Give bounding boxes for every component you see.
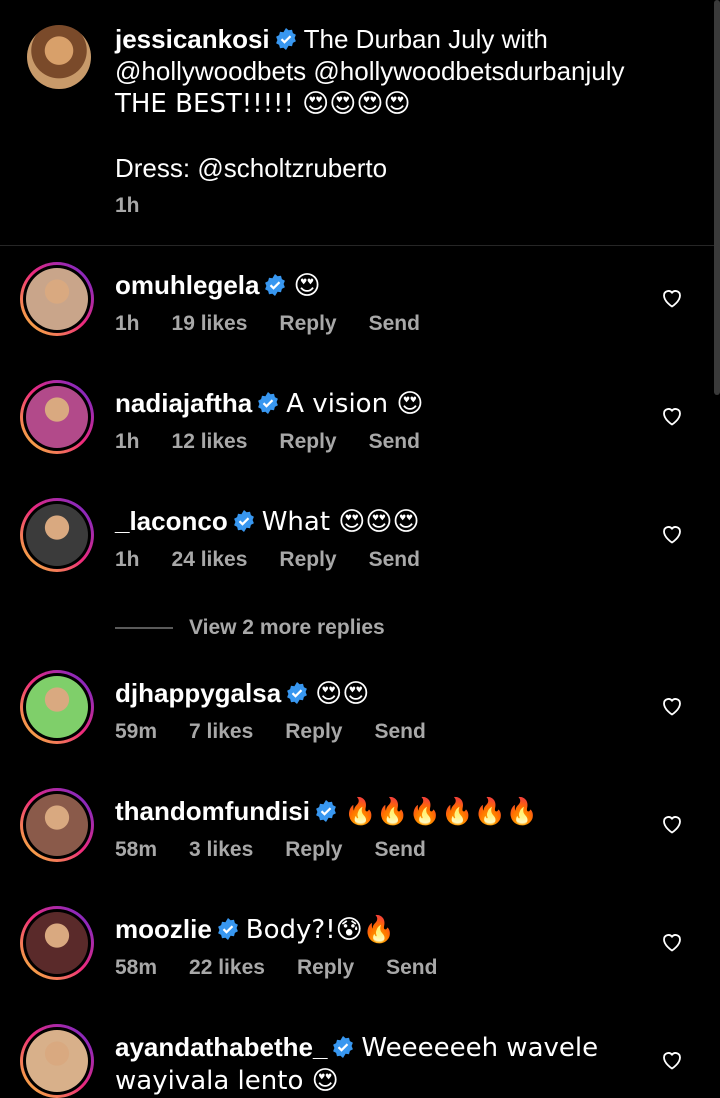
caption-line-4[interactable]: Dress: @scholtzruberto: [115, 153, 387, 183]
comment-time: 58m: [115, 838, 158, 861]
send-button[interactable]: Send: [369, 312, 420, 335]
comment-line: nadiajaftha A vision 😍: [115, 386, 423, 421]
caption-avatar[interactable]: [27, 25, 91, 89]
comment-username[interactable]: _laconco: [115, 506, 228, 536]
comment-avatar[interactable]: [20, 262, 94, 336]
comment-text: 😍: [293, 271, 321, 301]
comment-avatar[interactable]: [20, 1024, 94, 1098]
reply-button[interactable]: Reply: [285, 720, 342, 743]
comment-time: 1h: [115, 548, 140, 571]
comment-time: 1h: [115, 430, 140, 453]
post-caption: jessicankosi The Durban July with @hollyw…: [0, 0, 720, 246]
comment-text: Weeeeeeh wavele: [361, 1033, 599, 1063]
verified-badge-icon: [316, 800, 336, 822]
send-button[interactable]: Send: [374, 720, 425, 743]
comment-avatar[interactable]: [20, 670, 94, 744]
divider-dash: [115, 627, 173, 630]
like-heart-icon[interactable]: [660, 404, 684, 428]
reply-button[interactable]: Reply: [279, 312, 336, 335]
comment-likes[interactable]: 12 likes: [172, 430, 248, 453]
verified-badge-icon: [217, 918, 238, 940]
comment-text-line-2: wayivala lento 😍: [115, 1066, 339, 1096]
comment-username[interactable]: moozlie: [115, 914, 212, 944]
verified-badge-icon: [265, 274, 286, 296]
verified-badge-icon: [233, 510, 254, 532]
view-more-label: View 2 more replies: [189, 616, 385, 639]
comment-line: ayandathabethe_ Weeeeeeh wavele: [115, 1030, 598, 1065]
reply-button[interactable]: Reply: [279, 430, 336, 453]
comment-text: 🔥🔥🔥🔥🔥🔥: [343, 797, 539, 827]
comment-meta: 58m 3 likes Reply Send: [115, 838, 458, 862]
like-heart-icon[interactable]: [660, 694, 684, 718]
comment-meta: 1h 12 likes Reply Send: [115, 430, 452, 454]
comment-time: 59m: [115, 720, 158, 743]
caption-username[interactable]: jessicankosi: [115, 24, 270, 54]
send-button[interactable]: Send: [369, 430, 420, 453]
comment-text: 😍😍: [315, 679, 370, 709]
like-heart-icon[interactable]: [660, 930, 684, 954]
comment-time: 58m: [115, 956, 158, 979]
comment-line: moozlie Body?!😰🔥: [115, 912, 395, 947]
comment-likes[interactable]: 7 likes: [189, 720, 253, 743]
comment-avatar[interactable]: [20, 788, 94, 862]
verified-badge-icon: [333, 1036, 354, 1058]
reply-button[interactable]: Reply: [297, 956, 354, 979]
view-more-replies[interactable]: View 2 more replies: [115, 616, 385, 640]
caption-line-3: THE BEST!!!!! 😍😍😍😍: [115, 89, 411, 119]
comment-likes[interactable]: 22 likes: [189, 956, 265, 979]
like-heart-icon[interactable]: [660, 522, 684, 546]
comment-text: Body?!😰🔥: [245, 915, 396, 945]
comment-username[interactable]: nadiajaftha: [115, 388, 252, 418]
comment-line: _laconco What 😍😍😍: [115, 504, 420, 539]
like-heart-icon[interactable]: [660, 1048, 684, 1072]
like-heart-icon[interactable]: [660, 286, 684, 310]
verified-badge-icon: [275, 28, 296, 50]
comment-meta: 58m 22 likes Reply Send: [115, 956, 469, 980]
comment-time: 1h: [115, 312, 140, 335]
comment-username[interactable]: omuhlegela: [115, 270, 259, 300]
verified-badge-icon: [287, 682, 308, 704]
verified-badge-icon: [258, 392, 279, 414]
like-heart-icon[interactable]: [660, 812, 684, 836]
comment-likes[interactable]: 24 likes: [172, 548, 248, 571]
reply-button[interactable]: Reply: [285, 838, 342, 861]
comment-meta: 59m 7 likes Reply Send: [115, 720, 458, 744]
reply-button[interactable]: Reply: [279, 548, 336, 571]
comment-line: omuhlegela 😍: [115, 268, 321, 303]
comment-line: djhappygalsa 😍😍: [115, 676, 369, 711]
comment-meta: 1h 24 likes Reply Send: [115, 548, 452, 572]
comment-username[interactable]: thandomfundisi: [115, 796, 310, 826]
comment-username[interactable]: ayandathabethe_: [115, 1032, 327, 1062]
caption-line-1: The Durban July with: [303, 24, 548, 54]
comment-avatar[interactable]: [20, 498, 94, 572]
caption-time: 1h: [115, 194, 140, 217]
comment-avatar[interactable]: [20, 380, 94, 454]
comment-likes[interactable]: 19 likes: [172, 312, 248, 335]
comment-text: What 😍😍😍: [261, 507, 420, 537]
comment-likes[interactable]: 3 likes: [189, 838, 253, 861]
comment-avatar[interactable]: [20, 906, 94, 980]
send-button[interactable]: Send: [386, 956, 437, 979]
comment-line: thandomfundisi 🔥🔥🔥🔥🔥🔥: [115, 794, 538, 829]
scrollbar[interactable]: [714, 0, 720, 395]
caption-text: jessicankosi The Durban July with @hollyw…: [115, 23, 675, 184]
send-button[interactable]: Send: [369, 548, 420, 571]
comment-meta: 1h 19 likes Reply Send: [115, 312, 452, 336]
caption-line-2[interactable]: @hollywoodbets @hollywoodbetsdurbanjuly: [115, 56, 625, 86]
send-button[interactable]: Send: [374, 838, 425, 861]
comment-username[interactable]: djhappygalsa: [115, 678, 281, 708]
comment-text: A vision 😍: [286, 389, 424, 419]
